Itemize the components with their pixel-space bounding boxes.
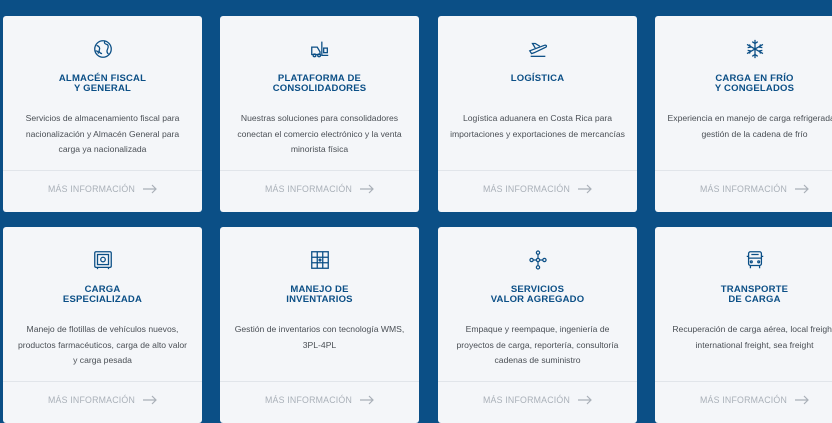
divider <box>438 170 637 171</box>
more-info-label: MÁS INFORMACIÓN <box>699 395 788 405</box>
service-description: Experiencia en manejo de carga refrigera… <box>667 113 832 139</box>
arrow-right-icon <box>795 184 809 194</box>
warehouse-grid-icon <box>220 249 419 271</box>
more-info-link[interactable]: MÁS INFORMACIÓN <box>220 182 419 196</box>
safe-icon <box>3 249 202 271</box>
more-info-label: MÁS INFORMACIÓN <box>699 184 788 194</box>
more-info-link[interactable]: MÁS INFORMACIÓN <box>438 182 637 196</box>
service-card-carga-especializada[interactable]: CARGA ESPECIALIZADA Manejo de flotillas … <box>3 227 202 423</box>
more-info-label: MÁS INFORMACIÓN <box>47 395 136 405</box>
service-title: ALMACÉN FISCAL Y GENERAL <box>58 73 147 94</box>
more-info-label: MÁS INFORMACIÓN <box>264 395 353 405</box>
forklift-icon <box>220 38 419 60</box>
network-icon <box>438 249 637 271</box>
service-description: Nuestras soluciones para consolidadores … <box>237 113 402 154</box>
service-description: Logística aduanera en Costa Rica para im… <box>450 113 625 139</box>
arrow-right-icon <box>360 184 374 194</box>
more-info-label: MÁS INFORMACIÓN <box>264 184 353 194</box>
truck-icon <box>655 249 832 271</box>
service-description: Recuperación de carga aérea, local freig… <box>672 324 832 350</box>
divider <box>220 170 419 171</box>
arrow-right-icon <box>578 395 592 405</box>
snowflake-icon <box>655 38 832 60</box>
service-card-logistica[interactable]: LOGÍSTICA Logística aduanera en Costa Ri… <box>438 16 637 212</box>
service-description: Gestión de inventarios con tecnología WM… <box>234 324 405 350</box>
more-info-label: MÁS INFORMACIÓN <box>482 395 571 405</box>
arrow-right-icon <box>143 184 157 194</box>
divider <box>3 170 202 171</box>
divider <box>3 381 202 382</box>
service-card-servicios-valor[interactable]: SERVICIOS VALOR AGREGADO Empaque y reemp… <box>438 227 637 423</box>
divider <box>655 170 832 171</box>
globe-icon <box>3 38 202 60</box>
more-info-link[interactable]: MÁS INFORMACIÓN <box>438 393 637 407</box>
airplane-icon <box>438 38 637 60</box>
arrow-right-icon <box>578 184 592 194</box>
service-description: Empaque y reempaque, ingeniería de proye… <box>456 324 619 365</box>
more-info-link[interactable]: MÁS INFORMACIÓN <box>655 393 832 407</box>
service-title: TRANSPORTE DE CARGA <box>720 284 789 305</box>
service-title: CARGA ESPECIALIZADA <box>62 284 143 305</box>
service-title: PLATAFORMA DE CONSOLIDADORES <box>272 73 367 94</box>
services-grid: ALMACÉN FISCAL Y GENERAL Servicios de al… <box>0 0 832 423</box>
more-info-label: MÁS INFORMACIÓN <box>47 184 136 194</box>
more-info-link[interactable]: MÁS INFORMACIÓN <box>220 393 419 407</box>
arrow-right-icon <box>795 395 809 405</box>
service-card-transporte-carga[interactable]: TRANSPORTE DE CARGA Recuperación de carg… <box>655 227 832 423</box>
service-card-manejo-inventarios[interactable]: MANEJO DE INVENTARIOS Gestión de inventa… <box>220 227 419 423</box>
divider <box>220 381 419 382</box>
more-info-link[interactable]: MÁS INFORMACIÓN <box>3 393 202 407</box>
service-card-almacen-fiscal[interactable]: ALMACÉN FISCAL Y GENERAL Servicios de al… <box>3 16 202 212</box>
divider <box>655 381 832 382</box>
arrow-right-icon <box>360 395 374 405</box>
service-card-carga-frio[interactable]: CARGA EN FRÍO Y CONGELADOS Experiencia e… <box>655 16 832 212</box>
more-info-label: MÁS INFORMACIÓN <box>482 184 571 194</box>
divider <box>438 381 637 382</box>
arrow-right-icon <box>143 395 157 405</box>
service-title: MANEJO DE INVENTARIOS <box>286 284 353 305</box>
service-title: SERVICIOS VALOR AGREGADO <box>490 284 585 305</box>
service-title: LOGÍSTICA <box>510 73 565 84</box>
more-info-link[interactable]: MÁS INFORMACIÓN <box>3 182 202 196</box>
service-title: CARGA EN FRÍO Y CONGELADOS <box>714 73 795 94</box>
service-description: Servicios de almacenamiento fiscal para … <box>25 113 180 154</box>
service-description: Manejo de flotillas de vehículos nuevos,… <box>17 324 188 365</box>
service-card-plataforma-consolidadores[interactable]: PLATAFORMA DE CONSOLIDADORES Nuestras so… <box>220 16 419 212</box>
more-info-link[interactable]: MÁS INFORMACIÓN <box>655 182 832 196</box>
